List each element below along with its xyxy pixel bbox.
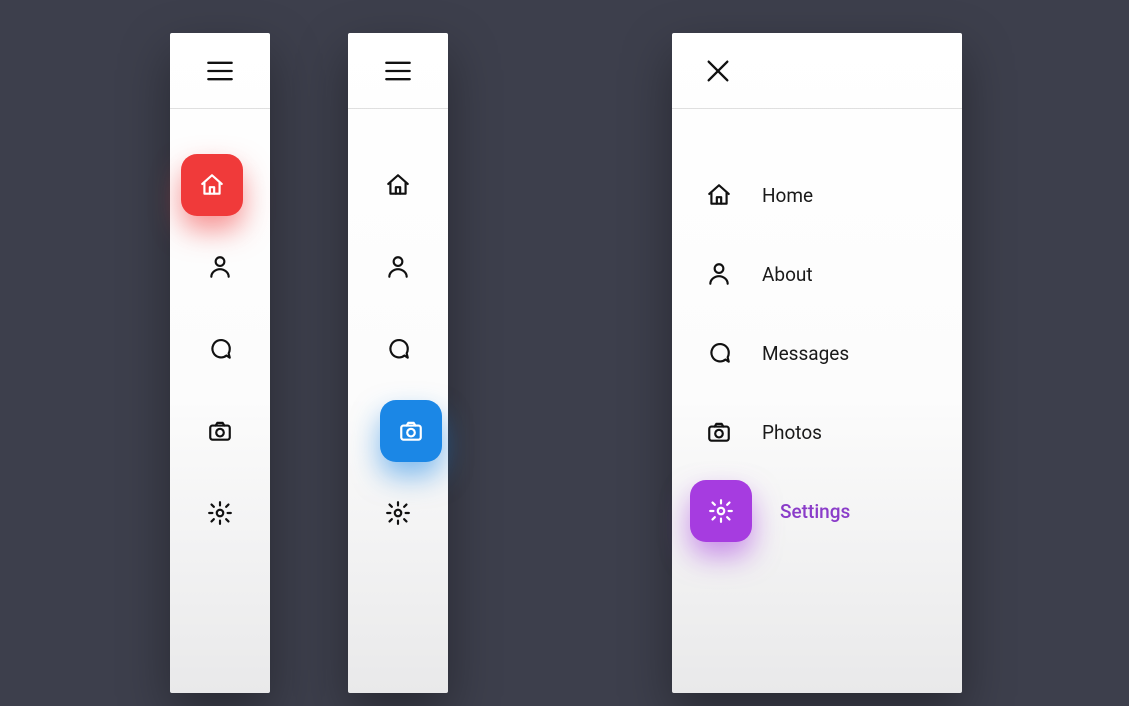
home-icon xyxy=(181,154,243,216)
nav-item-settings[interactable]: Settings xyxy=(672,495,962,527)
chat-icon xyxy=(384,335,412,363)
user-icon xyxy=(384,253,412,281)
nav-item-settings[interactable] xyxy=(170,497,270,529)
hamburger-icon[interactable] xyxy=(384,57,412,85)
nav-label: Settings xyxy=(780,500,850,523)
nav-list xyxy=(348,109,448,529)
home-icon xyxy=(704,181,734,209)
camera-icon xyxy=(380,400,442,462)
home-icon xyxy=(384,171,412,199)
sidebar-collapsed-2 xyxy=(348,33,448,693)
nav-label: About xyxy=(762,263,813,286)
nav-item-settings[interactable] xyxy=(348,497,448,529)
nav-item-photos[interactable] xyxy=(348,415,448,447)
chat-icon xyxy=(704,339,734,367)
nav-list: Home About Messages Photos Settings xyxy=(672,109,962,527)
nav-item-messages[interactable]: Messages xyxy=(672,337,962,369)
nav-item-home[interactable] xyxy=(348,169,448,201)
nav-item-about[interactable]: About xyxy=(672,258,962,290)
user-icon xyxy=(206,253,234,281)
camera-icon xyxy=(206,417,234,445)
nav-label: Home xyxy=(762,184,813,207)
user-icon xyxy=(704,260,734,288)
nav-item-photos[interactable] xyxy=(170,415,270,447)
nav-item-messages[interactable] xyxy=(170,333,270,365)
settings-icon xyxy=(384,499,412,527)
nav-label: Photos xyxy=(762,421,822,444)
chat-icon xyxy=(206,335,234,363)
nav-item-about[interactable] xyxy=(348,251,448,283)
nav-item-about[interactable] xyxy=(170,251,270,283)
nav-label: Messages xyxy=(762,342,849,365)
sidebar-header xyxy=(672,33,962,109)
camera-icon xyxy=(704,418,734,446)
nav-list xyxy=(170,109,270,529)
sidebar-collapsed-1 xyxy=(170,33,270,693)
nav-item-photos[interactable]: Photos xyxy=(672,416,962,448)
sidebar-expanded: Home About Messages Photos Settings xyxy=(672,33,962,693)
nav-item-home[interactable]: Home xyxy=(672,179,962,211)
nav-item-messages[interactable] xyxy=(348,333,448,365)
sidebar-header xyxy=(348,33,448,109)
settings-icon xyxy=(690,480,752,542)
sidebar-header xyxy=(170,33,270,109)
close-icon[interactable] xyxy=(704,57,732,85)
settings-icon xyxy=(206,499,234,527)
nav-item-home[interactable] xyxy=(170,169,270,201)
hamburger-icon[interactable] xyxy=(206,57,234,85)
